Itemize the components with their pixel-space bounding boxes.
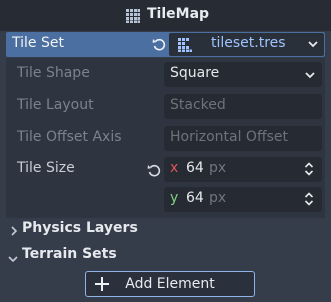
tile-shape-value: Square	[170, 65, 220, 81]
tile-size-x-spinbox[interactable]: x 64 px	[164, 157, 322, 182]
up-down-arrows-icon[interactable]	[304, 162, 314, 180]
tile-set-property-row[interactable]: Tile Set tileset.tres	[6, 32, 325, 57]
tileset-resource-icon	[178, 38, 192, 56]
tile-size-x-value: 64	[186, 160, 204, 176]
up-down-arrows-icon[interactable]	[304, 192, 314, 210]
chevron-down-icon[interactable]	[307, 38, 319, 54]
chevron-right-icon	[10, 224, 18, 240]
physics-layers-label: Physics Layers	[22, 220, 138, 236]
tile-set-resource-picker[interactable]: tileset.tres	[169, 33, 324, 56]
chevron-down-icon	[304, 69, 316, 85]
add-element-button[interactable]: Add Element	[85, 271, 255, 297]
revert-icon[interactable]	[152, 37, 166, 51]
tilemap-icon	[126, 9, 140, 27]
terrain-sets-label: Terrain Sets	[22, 246, 117, 262]
inspector-header: TileMap	[0, 0, 331, 31]
tile-size-y-spinbox[interactable]: y 64 px	[164, 187, 322, 212]
chevron-down-icon	[8, 251, 18, 267]
tile-shape-label: Tile Shape	[17, 65, 90, 81]
physics-layers-section-header[interactable]: Physics Layers	[6, 219, 325, 241]
y-axis-label: y	[170, 190, 179, 206]
tile-size-y-unit: px	[209, 190, 227, 206]
tile-set-label: Tile Set	[12, 35, 64, 51]
tile-layout-label: Tile Layout	[17, 97, 94, 113]
tile-size-label: Tile Size	[17, 160, 75, 176]
tile-shape-select[interactable]: Square	[164, 62, 322, 87]
tile-size-x-unit: px	[209, 160, 227, 176]
tile-set-sub-inspector: Tile Shape Square Tile Layout Stacked Ti…	[6, 58, 325, 218]
plus-icon	[94, 276, 110, 296]
tile-offset-axis-select: Horizontal Offset	[164, 126, 322, 151]
tile-set-value: tileset.tres	[211, 35, 286, 51]
tile-offset-axis-value: Horizontal Offset	[170, 129, 288, 145]
revert-icon[interactable]	[147, 163, 161, 181]
tile-offset-axis-label: Tile Offset Axis	[17, 129, 122, 145]
tile-layout-select: Stacked	[164, 94, 322, 119]
tile-layout-value: Stacked	[170, 97, 226, 113]
x-axis-label: x	[170, 160, 179, 176]
tile-size-y-value: 64	[186, 190, 204, 206]
add-element-label: Add Element	[125, 276, 215, 292]
terrain-sets-section-header[interactable]: Terrain Sets	[6, 245, 325, 267]
inspector-title: TileMap	[147, 6, 210, 22]
